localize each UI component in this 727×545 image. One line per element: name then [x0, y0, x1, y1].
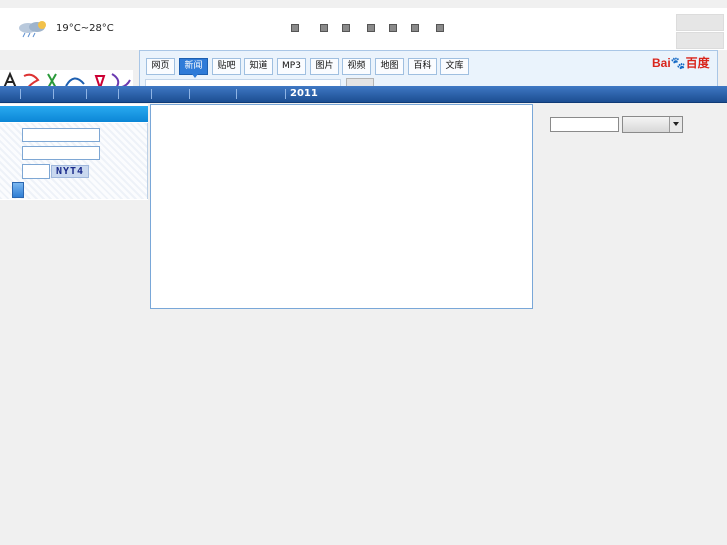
bullet-icon[interactable] — [320, 24, 328, 32]
login-box-header — [0, 106, 148, 122]
baidu-logo-suffix: 百度 — [685, 56, 710, 70]
password-field[interactable] — [22, 146, 100, 160]
bullet-icon[interactable] — [411, 24, 419, 32]
main-nav-bar — [0, 86, 727, 103]
bullet-icon[interactable] — [291, 24, 299, 32]
bullet-icon[interactable] — [436, 24, 444, 32]
nav-separator — [20, 89, 21, 99]
login-button[interactable] — [12, 182, 24, 198]
baidu-logo-text: Bai — [652, 56, 671, 70]
search-tab-active[interactable]: 新闻 — [179, 58, 208, 75]
search-tab[interactable]: 文库 — [440, 58, 469, 75]
search-tab[interactable]: 图片 — [310, 58, 339, 75]
header-right-button-2[interactable] — [676, 32, 724, 49]
nav-separator — [53, 89, 54, 99]
search-tab[interactable]: 知道 — [244, 58, 273, 75]
header-right-button-1[interactable] — [676, 14, 724, 31]
main-content-panel — [150, 104, 533, 309]
search-tab[interactable]: 贴吧 — [212, 58, 241, 75]
site-search-input[interactable] — [550, 117, 619, 132]
nav-separator — [151, 89, 152, 99]
nav-item-2011[interactable]: 2011 — [290, 88, 318, 99]
baidu-logo[interactable]: Bai🐾百度 — [652, 54, 710, 71]
username-field[interactable] — [22, 128, 100, 142]
search-tab[interactable]: 百科 — [408, 58, 437, 75]
search-tab[interactable]: 视频 — [342, 58, 371, 75]
captcha-field[interactable] — [22, 164, 50, 179]
nav-separator — [236, 89, 237, 99]
search-tab[interactable]: 网页 — [146, 58, 175, 75]
nav-separator — [86, 89, 87, 99]
nav-separator — [189, 89, 190, 99]
chevron-down-icon[interactable] — [669, 117, 682, 132]
bullet-icon[interactable] — [389, 24, 397, 32]
bullet-icon[interactable] — [342, 24, 350, 32]
cloud-rain-icon — [19, 21, 46, 38]
active-tab-caret-icon — [192, 74, 198, 78]
captcha-image: NYT4 — [51, 165, 89, 178]
nav-separator — [285, 89, 286, 99]
paw-icon: 🐾 — [670, 56, 686, 70]
search-tab[interactable]: 地图 — [375, 58, 404, 75]
nav-separator — [118, 89, 119, 99]
bullet-icon[interactable] — [367, 24, 375, 32]
weather-temperature: 19°C~28°C — [56, 23, 114, 34]
search-tab-mp3[interactable]: MP3 — [277, 58, 306, 75]
